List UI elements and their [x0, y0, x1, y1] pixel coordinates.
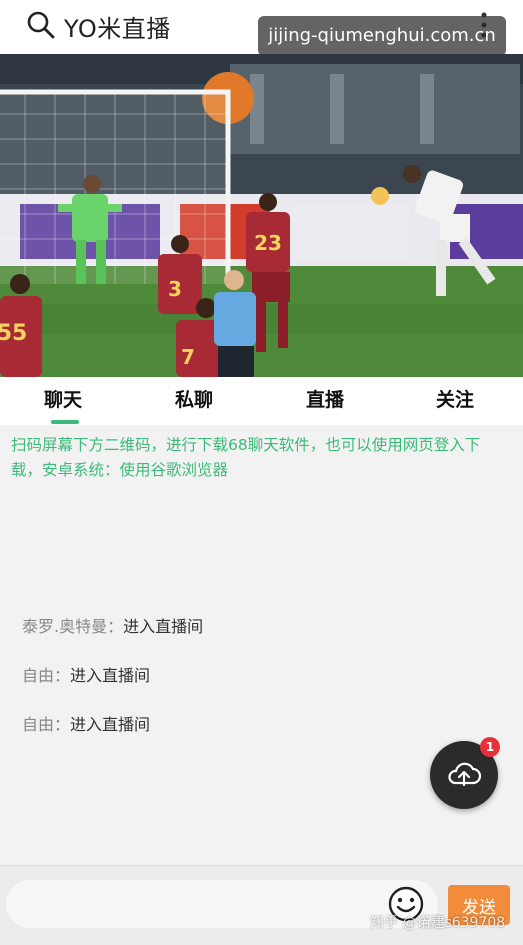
url-overlay: jijing-qiumenghui.com.cn [258, 16, 506, 56]
search-icon[interactable] [26, 10, 56, 40]
message-input-bar: 发送 [0, 865, 523, 945]
chat-message: 泰罗.奥特曼：进入直播间 [22, 613, 203, 637]
chat-message-user: 自由： [22, 715, 71, 734]
app-title: YO米直播 [64, 15, 171, 43]
active-tab-indicator [51, 420, 79, 424]
notification-badge: 1 [480, 737, 500, 757]
chat-message: 自由：进入直播间 [22, 662, 150, 686]
chat-panel: 扫码屏幕下方二维码，进行下载68聊天软件，也可以使用网页登入下载，安卓系统：使用… [0, 425, 523, 865]
svg-text:55: 55 [0, 321, 27, 346]
tab-bar: 聊天 私聊 直播 关注 [0, 377, 523, 425]
app-screen: YO米直播 jijing-qiumenghui.com.cn 23 3 7 55… [0, 0, 523, 945]
chat-message-text: 进入直播间 [123, 617, 204, 636]
tab-private-chat[interactable]: 私聊 [175, 385, 213, 412]
download-notice: 扫码屏幕下方二维码，进行下载68聊天软件，也可以使用网页登入下载，安卓系统：使用… [11, 436, 481, 479]
chat-message: 自由：进入直播间 [22, 711, 150, 735]
chat-message-text: 进入直播间 [70, 715, 151, 734]
tab-chat[interactable]: 聊天 [44, 385, 82, 412]
svg-text:7: 7 [181, 345, 195, 369]
tab-live[interactable]: 直播 [306, 385, 344, 412]
zhihu-watermark: 知乎 @诺建s639708 [370, 915, 506, 931]
tab-follow[interactable]: 关注 [436, 385, 474, 412]
chat-message-user: 泰罗.奥特曼： [22, 617, 124, 636]
cloud-upload-icon [448, 762, 482, 787]
ball [371, 187, 389, 205]
chat-message-user: 自由： [22, 666, 71, 685]
svg-text:23: 23 [254, 231, 282, 255]
svg-text:3: 3 [168, 277, 182, 301]
live-video-player[interactable]: 23 3 7 55 [0, 54, 523, 377]
chat-message-text: 进入直播间 [70, 666, 151, 685]
match-scene: 23 3 7 55 [0, 54, 523, 377]
